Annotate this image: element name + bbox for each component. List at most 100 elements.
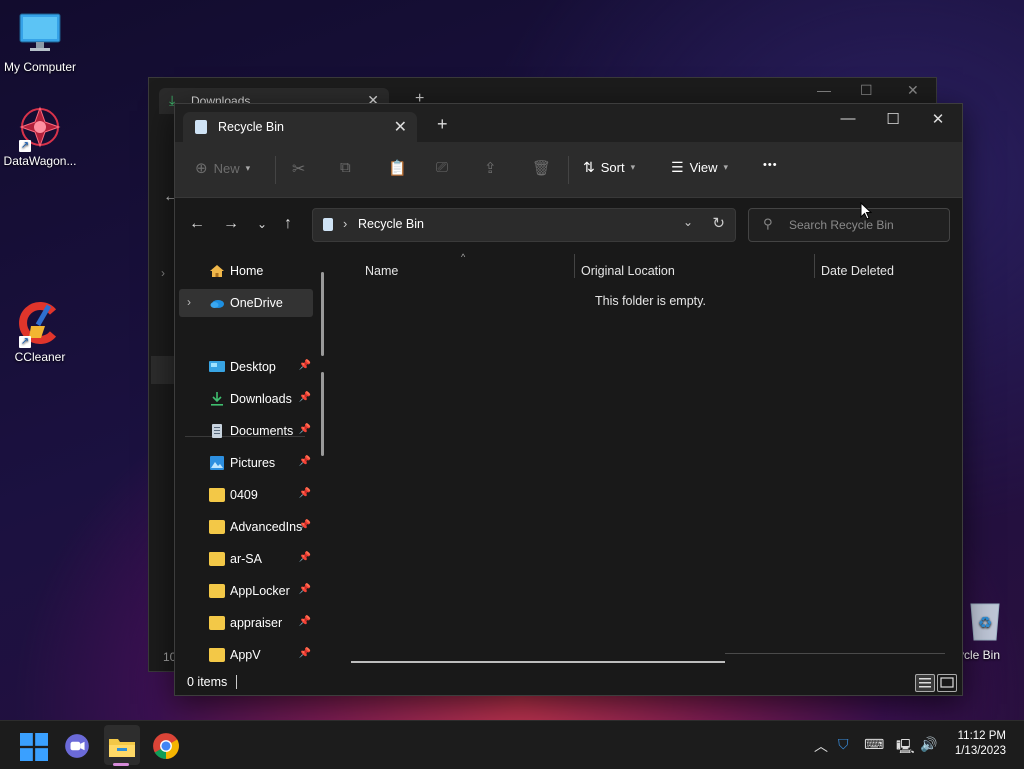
pin-icon: 📌 (298, 488, 311, 499)
copy-icon[interactable]: ⧉ (340, 159, 351, 176)
monitor-icon (17, 10, 63, 56)
sidebar-item-label: OneDrive (230, 296, 283, 310)
sidebar-scrollbar[interactable] (321, 372, 324, 456)
sort-button[interactable]: ⇅ Sort ▾ (583, 159, 635, 176)
pin-icon: 📌 (298, 456, 311, 467)
forward-button[interactable]: → (223, 215, 239, 233)
chrome-icon[interactable] (152, 732, 180, 760)
show-hidden-icons-chevron-icon[interactable]: ︿ (814, 736, 828, 756)
sidebar-item-folder[interactable]: appraiser 📌 (179, 609, 313, 637)
sidebar-item-home[interactable]: Home (179, 257, 313, 285)
share-icon[interactable]: ⇪ (484, 159, 497, 177)
folder-icon (209, 552, 225, 566)
security-shield-warning-icon[interactable]: ⛉ (838, 736, 849, 753)
folder-icon (209, 488, 225, 502)
sidebar-scrollbar-track[interactable] (321, 272, 324, 356)
close-button[interactable]: ✕ (920, 110, 956, 134)
breadcrumb-recycle-bin[interactable]: Recycle Bin (358, 217, 424, 231)
desktop-folder-icon (209, 361, 225, 372)
explorer-window-recycle-bin[interactable]: Recycle Bin ✕ + — ☐ ✕ ⊕ New ▾ ✂ ⧉ 📋 ⎚ ⇪ … (174, 103, 963, 696)
tab-label: Recycle Bin (218, 120, 284, 134)
horizontal-scrollbar[interactable] (351, 661, 725, 663)
up-button[interactable]: ↑ (284, 215, 292, 233)
sort-icon: ⇅ (583, 159, 595, 175)
column-header-original-location[interactable]: Original Location (581, 264, 675, 278)
volume-icon[interactable]: 🔊 (920, 736, 937, 753)
rename-icon[interactable]: ⎚ (436, 159, 448, 176)
new-button[interactable]: ⊕ New ▾ (195, 159, 250, 177)
column-divider[interactable] (814, 254, 815, 278)
taskbar-clock[interactable]: 11:12 PM 1/13/2023 (955, 729, 1006, 759)
sidebar-item-desktop[interactable]: Desktop 📌 (179, 353, 313, 381)
sidebar-item-folder[interactable]: ar-SA 📌 (179, 545, 313, 573)
address-dropdown-icon[interactable]: ⌄ (683, 215, 693, 229)
column-header-name[interactable]: Name (365, 264, 398, 278)
taskbar: ︿ ⛉ ⌨ 🖳 🔊 11:12 PM 1/13/2023 (0, 720, 1024, 769)
desktop-icon-label: My Computer (3, 60, 77, 74)
recycle-bin-icon (323, 218, 333, 231)
sidebar-item-onedrive[interactable]: › OneDrive (179, 289, 313, 317)
status-separator (236, 675, 237, 689)
view-button-label: View (689, 160, 718, 175)
delete-icon[interactable]: 🗑 (532, 159, 551, 177)
keyboard-icon[interactable]: ⌨ (864, 736, 884, 753)
more-options-button[interactable]: ••• (763, 159, 778, 171)
document-icon (212, 424, 222, 438)
sidebar-item-folder[interactable]: AppLocker 📌 (179, 577, 313, 605)
clock-time: 11:12 PM (957, 730, 1006, 742)
new-tab-button[interactable]: + (437, 114, 448, 135)
details-view-button[interactable] (915, 674, 935, 692)
paste-icon[interactable]: 📋 (388, 159, 407, 177)
refresh-icon[interactable]: ↻ (712, 214, 725, 232)
tab-recycle-bin[interactable]: Recycle Bin ✕ (183, 112, 417, 142)
back-button[interactable]: ← (189, 215, 205, 233)
minimize-button[interactable]: — (830, 110, 866, 134)
sidebar-item-documents[interactable]: Documents 📌 (179, 417, 313, 445)
background-minimize-icon[interactable]: — (817, 82, 831, 98)
sidebar-item-downloads[interactable]: Downloads 📌 (179, 385, 313, 413)
command-separator (275, 156, 276, 184)
new-button-label: New (213, 160, 240, 176)
chevron-down-icon: ▾ (245, 162, 251, 173)
tab-close-icon[interactable]: ✕ (394, 117, 407, 137)
address-bar[interactable]: › Recycle Bin ⌄ ↻ (312, 208, 736, 242)
desktop-icon-label: DataWagon... (3, 154, 77, 168)
cut-icon[interactable]: ✂ (292, 159, 305, 179)
view-list-icon: ☰ (671, 159, 684, 175)
title-bar[interactable]: Recycle Bin ✕ + — ☐ ✕ (175, 104, 962, 142)
column-divider[interactable] (574, 254, 575, 278)
file-list[interactable]: ^ Name Original Location Date Deleted Th… (333, 252, 962, 666)
navigation-pane: Home › OneDrive Desktop 📌 Downloads 📌 Do… (175, 254, 325, 666)
ccleaner-icon: ↗ (17, 300, 63, 348)
view-button[interactable]: ☰ View ▾ (671, 159, 728, 176)
sidebar-item-pictures[interactable]: Pictures 📌 (179, 449, 313, 477)
background-close-icon[interactable]: ✕ (907, 82, 919, 99)
desktop-icon-datawagon[interactable]: ↗ DataWagon... (0, 104, 80, 168)
search-icon: ⚲ (763, 216, 773, 231)
sidebar-item-folder[interactable]: AdvancedIns 📌 (179, 513, 313, 541)
network-icon[interactable]: 🖳 (896, 736, 915, 760)
recent-locations-chevron-icon[interactable]: ⌄ (257, 217, 267, 231)
column-header-date-deleted[interactable]: Date Deleted (821, 264, 894, 278)
datawagon-icon: ↗ (17, 104, 63, 152)
tiles-view-icon (940, 677, 954, 688)
tiles-view-button[interactable] (937, 674, 957, 692)
sidebar-item-folder[interactable]: AppV 📌 (179, 641, 313, 669)
sidebar-item-folder[interactable]: 0409 📌 (179, 481, 313, 509)
maximize-button[interactable]: ☐ (875, 110, 911, 134)
breadcrumb-chevron-icon[interactable]: › (343, 216, 347, 231)
file-explorer-icon[interactable] (108, 733, 136, 761)
new-plus-icon: ⊕ (195, 160, 208, 177)
background-expand-icon[interactable]: › (161, 266, 165, 280)
expand-chevron-icon[interactable]: › (187, 295, 191, 309)
desktop-icon-my-computer[interactable]: My Computer (0, 10, 80, 74)
pin-icon: 📌 (298, 552, 311, 563)
start-windows-icon[interactable] (20, 733, 48, 761)
search-box[interactable]: ⚲ (748, 208, 950, 242)
folder-icon (209, 616, 225, 630)
teams-chat-icon[interactable] (63, 732, 91, 760)
desktop-icon-ccleaner[interactable]: ↗ CCleaner (0, 300, 80, 364)
horizontal-scrollbar-track (725, 653, 945, 654)
chevron-down-icon: ▾ (723, 162, 729, 172)
background-maximize-icon[interactable]: ☐ (860, 82, 873, 99)
